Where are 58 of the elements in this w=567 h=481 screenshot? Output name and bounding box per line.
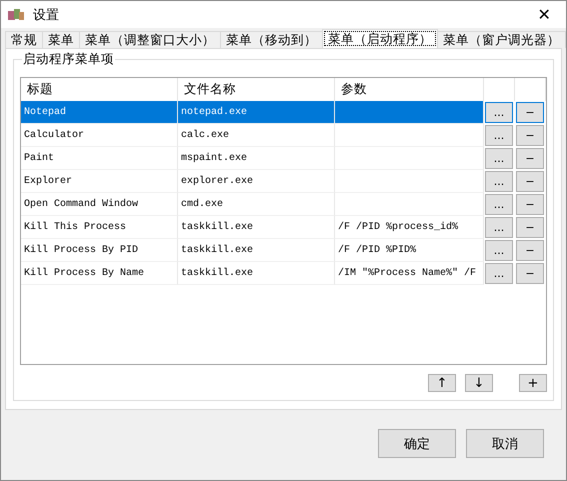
table-cell: /F /PID %PID% bbox=[335, 239, 484, 262]
table-cell: /IM "%Process Name%" /F bbox=[335, 262, 484, 285]
table-cell: Kill Process By Name bbox=[21, 262, 178, 285]
tab[interactable]: 菜单（启动程序） bbox=[322, 29, 438, 48]
tab[interactable]: 菜单（移动到） bbox=[220, 31, 323, 48]
table-cell: explorer.exe bbox=[178, 170, 335, 193]
edit-button[interactable]: ... bbox=[485, 240, 513, 261]
table-row[interactable]: Kill This Process taskkill.exe /F /PID %process_id% ... − bbox=[21, 216, 546, 239]
table-cell: mspaint.exe bbox=[178, 147, 335, 170]
table-cell: cmd.exe bbox=[178, 193, 335, 216]
table-row[interactable]: Paint mspaint.exe ... − bbox=[21, 147, 546, 170]
table-cell: Paint bbox=[21, 147, 178, 170]
remove-button[interactable]: − bbox=[516, 125, 544, 146]
table-cell: calc.exe bbox=[178, 124, 335, 147]
cancel-button[interactable]: 取消 bbox=[466, 429, 544, 458]
remove-button[interactable]: − bbox=[516, 263, 544, 284]
tab[interactable]: 菜单 bbox=[42, 31, 80, 48]
table-cell: Notepad bbox=[21, 101, 178, 124]
remove-button[interactable]: − bbox=[516, 217, 544, 238]
tab[interactable]: 常规 bbox=[5, 31, 43, 48]
tab[interactable]: 菜单（窗户调光器） bbox=[437, 31, 566, 48]
remove-button[interactable]: − bbox=[516, 102, 544, 123]
edit-button[interactable]: ... bbox=[485, 194, 513, 215]
remove-button[interactable]: − bbox=[516, 194, 544, 215]
remove-button[interactable]: − bbox=[516, 240, 544, 261]
edit-button[interactable]: ... bbox=[485, 217, 513, 238]
table-row[interactable]: Calculator calc.exe ... − bbox=[21, 124, 546, 147]
app-icon bbox=[7, 8, 25, 22]
table-cell: Open Command Window bbox=[21, 193, 178, 216]
tab[interactable]: 菜单（调整窗口大小） bbox=[79, 31, 221, 48]
table-cell: Kill This Process bbox=[21, 216, 178, 239]
edit-button[interactable]: ... bbox=[485, 125, 513, 146]
ok-button[interactable]: 确定 bbox=[378, 429, 456, 458]
table-cell: notepad.exe bbox=[178, 101, 335, 124]
edit-button[interactable]: ... bbox=[485, 102, 513, 123]
table-cell: Explorer bbox=[21, 170, 178, 193]
remove-button[interactable]: − bbox=[516, 148, 544, 169]
edit-button[interactable]: ... bbox=[485, 148, 513, 169]
table-row[interactable]: Explorer explorer.exe ... − bbox=[21, 170, 546, 193]
move-down-button[interactable]: ↓ bbox=[465, 374, 493, 392]
table-cell: taskkill.exe bbox=[178, 216, 335, 239]
table-cell: taskkill.exe bbox=[178, 239, 335, 262]
table-row[interactable]: Open Command Window cmd.exe ... − bbox=[21, 193, 546, 216]
table-cell: /F /PID %process_id% bbox=[335, 216, 484, 239]
window-title: 设置 bbox=[33, 6, 60, 24]
edit-button[interactable]: ... bbox=[485, 171, 513, 192]
move-up-button[interactable]: ↑ bbox=[428, 374, 456, 392]
add-button[interactable]: + bbox=[519, 374, 547, 392]
close-button[interactable]: ✕ bbox=[528, 2, 560, 28]
table-row[interactable]: Kill Process By Name taskkill.exe /IM "%Process Name%" /F ... − bbox=[21, 262, 546, 285]
group-title: 启动程序菜单项 bbox=[22, 51, 115, 68]
table-cell: Calculator bbox=[21, 124, 178, 147]
remove-button[interactable]: − bbox=[516, 171, 544, 192]
table-row[interactable]: Kill Process By PID taskkill.exe /F /PID %PID% ... − bbox=[21, 239, 546, 262]
table-row[interactable]: Notepad notepad.exe ... − bbox=[21, 101, 546, 124]
table-cell: taskkill.exe bbox=[178, 262, 335, 285]
table-cell: Kill Process By PID bbox=[21, 239, 178, 262]
edit-button[interactable]: ... bbox=[485, 263, 513, 284]
